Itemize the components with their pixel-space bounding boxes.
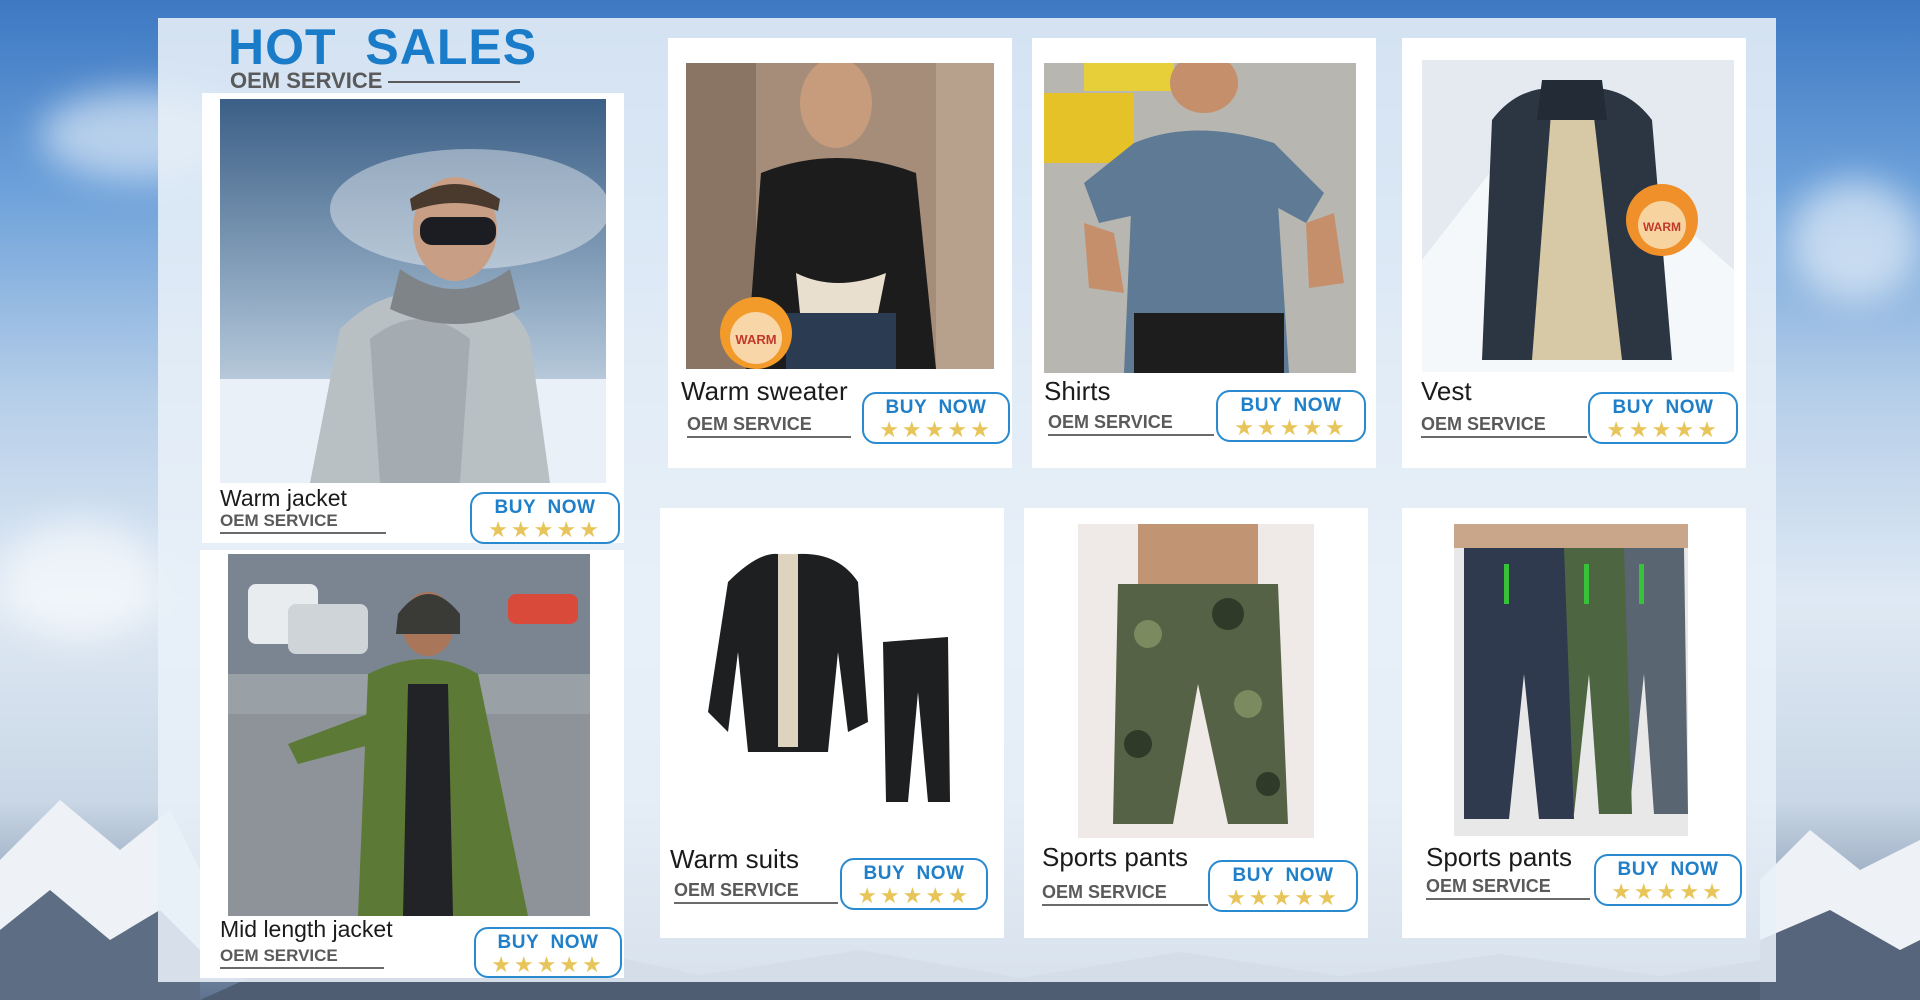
oem-service-label: OEM SERVICE: [1042, 882, 1208, 906]
product-card-warm-sweater[interactable]: WARM Warm sweater OEM SERVICE BUY NOW ★★…: [668, 38, 1012, 468]
oem-service-label: OEM SERVICE: [674, 880, 838, 904]
warm-badge-text: WARM: [1643, 220, 1681, 234]
rating-stars: ★★★★★: [1226, 885, 1340, 910]
product-name: Warm suits: [670, 844, 800, 874]
buy-now-label: BUY NOW: [1617, 859, 1719, 880]
rating-stars: ★★★★★: [488, 517, 602, 542]
rating-stars: ★★★★★: [491, 952, 605, 977]
product-card-sports-pants-multi[interactable]: Sports pants OEM SERVICE BUY NOW ★★★★★: [1402, 508, 1746, 938]
product-image-mid-length-jacket[interactable]: [228, 554, 590, 916]
oem-service-label: OEM SERVICE: [220, 511, 386, 534]
buy-now-button[interactable]: BUY NOW ★★★★★: [840, 858, 988, 910]
buy-now-label: BUY NOW: [885, 397, 987, 418]
product-name: Mid length jacket: [220, 916, 393, 942]
product-card-shirts[interactable]: Shirts OEM SERVICE BUY NOW ★★★★★: [1032, 38, 1376, 468]
product-name: Vest: [1421, 376, 1472, 406]
product-card-sports-pants-camo[interactable]: Sports pants OEM SERVICE BUY NOW ★★★★★: [1024, 508, 1368, 938]
buy-now-button[interactable]: BUY NOW ★★★★★: [862, 392, 1010, 444]
oem-service-label: OEM SERVICE: [1048, 412, 1214, 436]
product-name: Shirts: [1044, 376, 1111, 406]
product-card-warm-jacket[interactable]: Warm jacket OEM SERVICE BUY NOW ★★★★★: [202, 93, 624, 544]
buy-now-label: BUY NOW: [1232, 865, 1334, 886]
oem-service-label: OEM SERVICE: [220, 946, 384, 969]
rating-stars: ★★★★★: [879, 417, 993, 442]
buy-now-label: BUY NOW: [1612, 397, 1714, 418]
buy-now-button[interactable]: BUY NOW ★★★★★: [474, 927, 622, 978]
oem-service-label: OEM SERVICE: [687, 414, 851, 438]
product-image-sports-pants-camo[interactable]: [1078, 524, 1314, 838]
buy-now-label: BUY NOW: [494, 497, 596, 518]
subtitle-underline: [388, 81, 520, 83]
rating-stars: ★★★★★: [857, 883, 971, 908]
product-card-warm-suits[interactable]: Warm suits OEM SERVICE BUY NOW ★★★★★: [660, 508, 1004, 938]
product-image-shirts[interactable]: [1044, 63, 1356, 373]
product-card-mid-length-jacket[interactable]: Mid length jacket OEM SERVICE BUY NOW ★★…: [200, 550, 624, 978]
rating-stars: ★★★★★: [1234, 415, 1348, 440]
buy-now-button[interactable]: BUY NOW ★★★★★: [1216, 390, 1366, 442]
rating-stars: ★★★★★: [1606, 417, 1720, 442]
buy-now-label: BUY NOW: [497, 932, 599, 953]
buy-now-label: BUY NOW: [1240, 395, 1342, 416]
buy-now-button[interactable]: BUY NOW ★★★★★: [470, 492, 620, 544]
buy-now-button[interactable]: BUY NOW ★★★★★: [1208, 860, 1358, 912]
product-image-warm-sweater[interactable]: WARM: [686, 63, 994, 369]
page-subtitle: OEM SERVICE: [230, 68, 383, 93]
buy-now-label: BUY NOW: [863, 863, 965, 884]
buy-now-button[interactable]: BUY NOW ★★★★★: [1594, 854, 1742, 906]
product-image-warm-jacket[interactable]: [220, 99, 606, 483]
product-image-vest[interactable]: WARM: [1422, 60, 1734, 372]
product-card-vest[interactable]: WARM Vest OEM SERVICE BUY NOW ★★★★★: [1402, 38, 1746, 468]
cloud-decoration: [1790, 180, 1920, 300]
product-image-sports-pants-multi[interactable]: [1454, 524, 1688, 836]
oem-service-label: OEM SERVICE: [1426, 876, 1590, 900]
rating-stars: ★★★★★: [1611, 879, 1725, 904]
product-name: Warm sweater: [681, 376, 848, 406]
product-image-warm-suits[interactable]: [678, 532, 988, 842]
product-name: Warm jacket: [220, 485, 347, 511]
product-name: Sports pants: [1426, 842, 1572, 872]
cloud-decoration: [0, 520, 160, 640]
product-name: Sports pants: [1042, 842, 1188, 872]
warm-badge-text: WARM: [735, 332, 776, 347]
oem-service-label: OEM SERVICE: [1421, 414, 1587, 438]
buy-now-button[interactable]: BUY NOW ★★★★★: [1588, 392, 1738, 444]
